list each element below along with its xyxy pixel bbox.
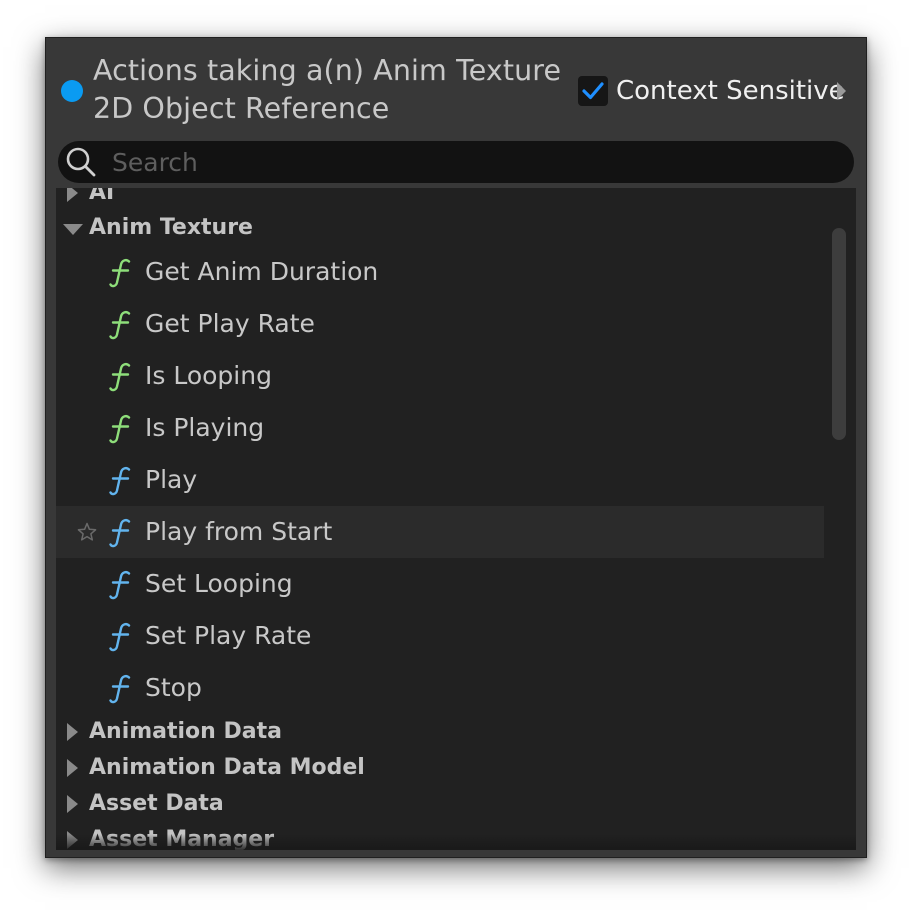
item-label: Set Play Rate: [145, 621, 312, 650]
list-item-play[interactable]: Play: [56, 454, 824, 506]
expand-arrow-icon[interactable]: [67, 759, 78, 777]
search-input[interactable]: [112, 141, 832, 183]
expand-arrow-icon[interactable]: [67, 188, 78, 202]
category-label: AI: [89, 188, 115, 205]
list-item-play-from-start[interactable]: Play from Start: [56, 506, 824, 558]
expand-arrow-icon[interactable]: [67, 723, 78, 741]
search-icon: [66, 147, 96, 177]
function-pure-icon: [109, 414, 131, 444]
category-animation-data[interactable]: Animation Data: [56, 714, 824, 750]
item-label: Get Play Rate: [145, 309, 315, 338]
context-sensitive-checkbox[interactable]: [578, 76, 608, 106]
function-icon: [109, 674, 131, 704]
list-item-set-looping[interactable]: Set Looping: [56, 558, 824, 610]
category-label: Anim Texture: [89, 215, 253, 240]
item-label: Get Anim Duration: [145, 257, 379, 286]
expand-options-arrow-icon[interactable]: [837, 82, 846, 100]
expand-arrow-icon[interactable]: [67, 795, 78, 813]
action-list: AI Anim Texture Get Anim Duration Get Pl…: [56, 188, 856, 850]
expand-arrow-icon[interactable]: [67, 831, 78, 849]
item-label: Play from Start: [145, 517, 333, 546]
context-sensitive-toggle[interactable]: Context Sensitive: [578, 74, 858, 108]
function-icon: [109, 466, 131, 496]
collapse-arrow-icon[interactable]: [63, 224, 83, 235]
function-icon: [109, 570, 131, 600]
action-menu-title: Actions taking a(n) Anim Texture 2D Obje…: [93, 54, 562, 125]
category-anim-texture[interactable]: Anim Texture: [56, 210, 824, 246]
category-label: Asset Data: [89, 791, 224, 816]
function-pure-icon: [109, 362, 131, 392]
category-asset-manager[interactable]: Asset Manager: [56, 822, 824, 850]
item-label: Is Playing: [145, 413, 265, 442]
category-asset-data[interactable]: Asset Data: [56, 786, 824, 822]
function-pure-icon: [109, 258, 131, 288]
list-item-get-anim-duration[interactable]: Get Anim Duration: [56, 246, 824, 298]
list-item-is-playing[interactable]: Is Playing: [56, 402, 824, 454]
action-menu-header: Actions taking a(n) Anim Texture 2D Obje…: [46, 38, 866, 138]
item-label: Set Looping: [145, 569, 293, 598]
search-bar[interactable]: [58, 141, 854, 183]
category-label: Animation Data Model: [89, 755, 365, 780]
category-ai[interactable]: AI: [56, 188, 824, 211]
list-item-stop[interactable]: Stop: [56, 662, 824, 714]
list-item-get-play-rate[interactable]: Get Play Rate: [56, 298, 824, 350]
category-animation-data-model[interactable]: Animation Data Model: [56, 750, 824, 786]
category-label: Asset Manager: [89, 827, 275, 850]
list-item-is-looping[interactable]: Is Looping: [56, 350, 824, 402]
function-pure-icon: [109, 310, 131, 340]
checkmark-icon: [582, 82, 604, 100]
item-label: Stop: [145, 673, 202, 702]
item-label: Is Looping: [145, 361, 272, 390]
list-item-set-play-rate[interactable]: Set Play Rate: [56, 610, 824, 662]
object-pin-icon: [61, 80, 83, 102]
favorite-star-icon[interactable]: [76, 521, 98, 543]
list-scrollbar-thumb[interactable]: [832, 228, 846, 440]
function-icon: [109, 518, 131, 548]
context-sensitive-label: Context Sensitive: [616, 76, 845, 106]
item-label: Play: [145, 465, 198, 494]
action-menu-panel: Actions taking a(n) Anim Texture 2D Obje…: [45, 37, 867, 858]
category-label: Animation Data: [89, 719, 282, 744]
function-icon: [109, 622, 131, 652]
